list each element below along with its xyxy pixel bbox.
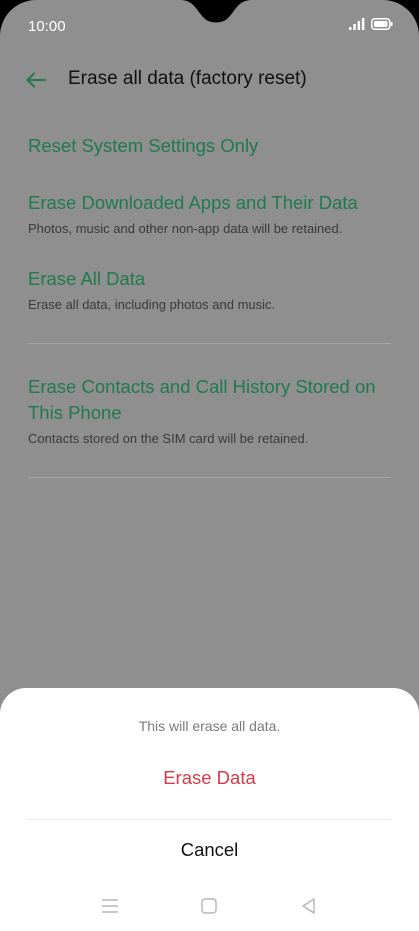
option-description: Photos, music and other non-app data wil…: [28, 221, 343, 236]
app-bar: Erase all data (factory reset): [0, 56, 419, 104]
option-erase-all-data[interactable]: Erase All Data Erase all data, including…: [28, 266, 392, 314]
menu-icon[interactable]: [99, 895, 121, 917]
section-divider: [28, 477, 391, 478]
back-triangle-icon[interactable]: [298, 895, 320, 917]
option-description: Erase all data, including photos and mus…: [28, 297, 276, 312]
signal-icon: [349, 18, 365, 30]
system-nav-bar: [0, 885, 419, 931]
section-divider: [28, 343, 391, 344]
dialog-divider: [28, 819, 391, 820]
option-erase-contacts[interactable]: Erase Contacts and Call History Stored o…: [28, 374, 392, 448]
status-bar: 10:00: [0, 0, 419, 56]
option-title: Erase Contacts and Call History Stored o…: [28, 376, 376, 423]
option-description: Contacts stored on the SIM card will be …: [28, 431, 309, 446]
page-title: Erase all data (factory reset): [68, 68, 307, 89]
status-icons: [349, 18, 393, 30]
settings-screen: 10:00 Erase all data (factory reset) Res…: [0, 0, 419, 931]
option-reset-system-settings[interactable]: Reset System Settings Only: [28, 133, 392, 159]
battery-icon: [371, 18, 393, 30]
option-title: Erase All Data: [28, 268, 146, 289]
status-time: 10:00: [28, 18, 66, 35]
confirm-bottom-sheet: This will erase all data. Erase Data Can…: [0, 688, 419, 931]
option-title: Erase Downloaded Apps and Their Data: [28, 192, 358, 213]
dialog-message: This will erase all data.: [138, 718, 281, 734]
cancel-button[interactable]: Cancel: [0, 832, 419, 868]
erase-data-button[interactable]: Erase Data: [0, 760, 419, 796]
home-icon[interactable]: [198, 895, 220, 917]
back-arrow-icon[interactable]: [24, 68, 48, 92]
option-title: Reset System Settings Only: [28, 135, 259, 156]
option-erase-downloaded-apps[interactable]: Erase Downloaded Apps and Their Data Pho…: [28, 190, 392, 238]
